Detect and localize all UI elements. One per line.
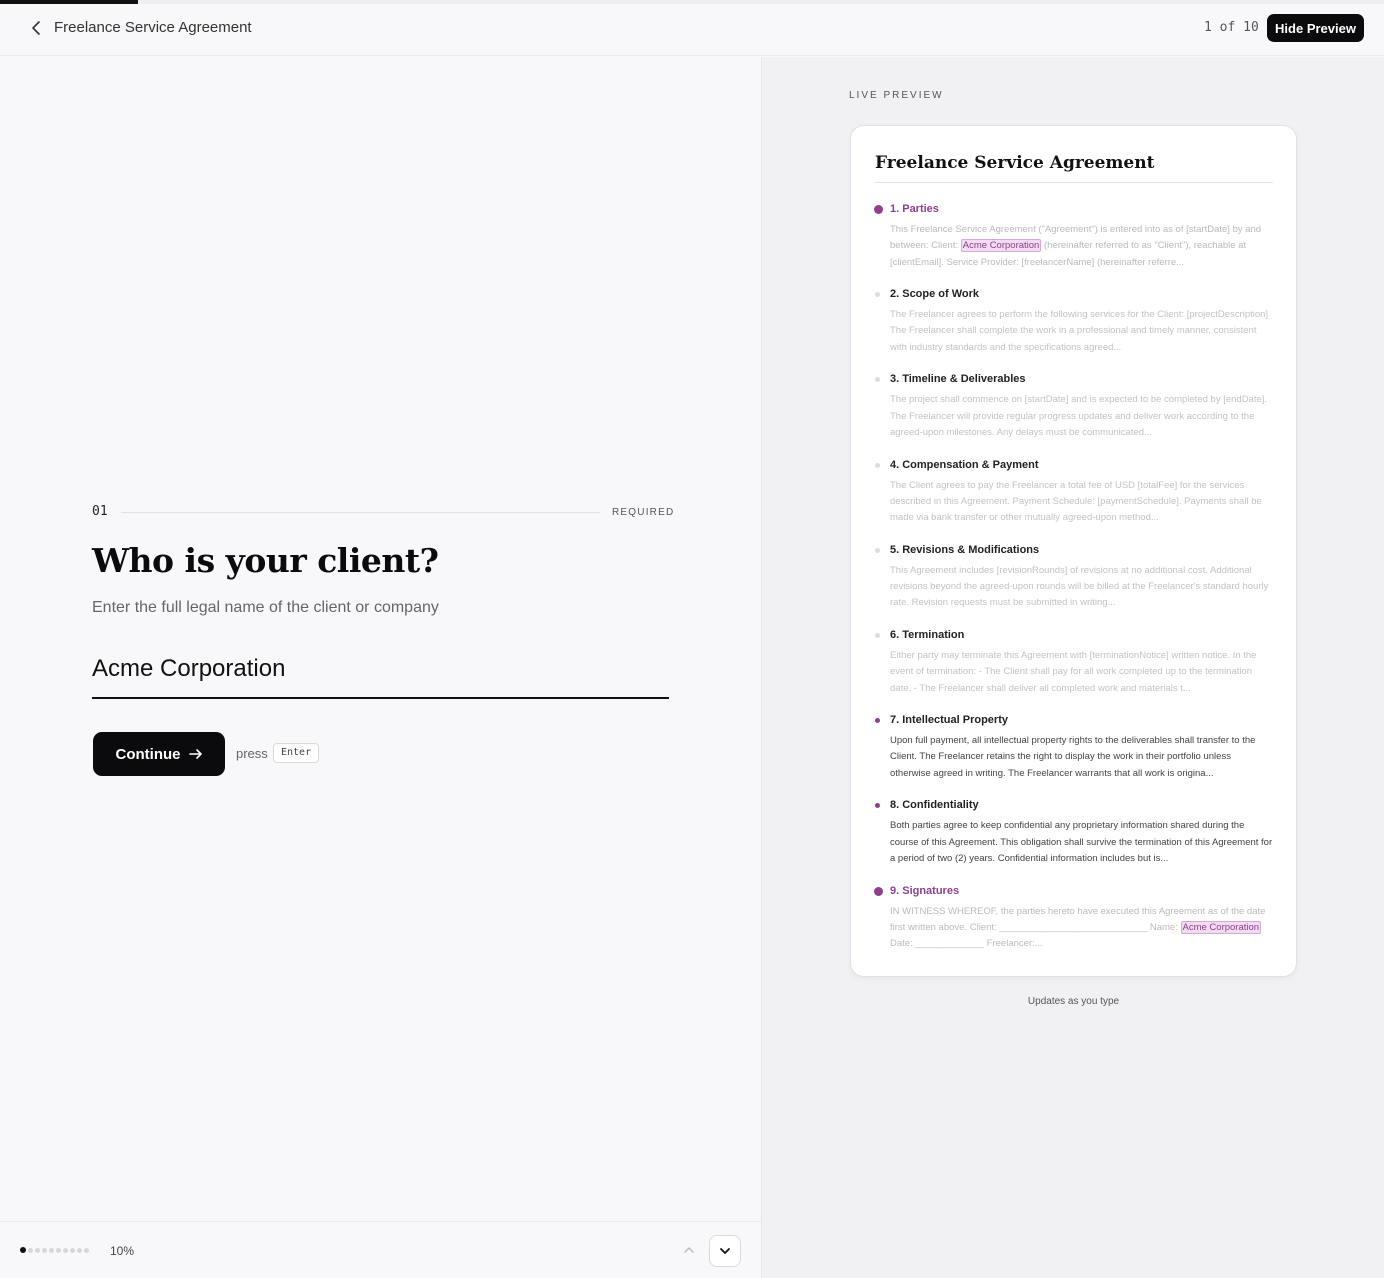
- question-help: Enter the full legal name of the client …: [92, 599, 439, 616]
- preview-section: 7. Intellectual Property Upon full paymen…: [875, 714, 1275, 799]
- section-status-dot: [875, 632, 880, 638]
- updates-note: Updates as you type: [1027, 996, 1120, 1007]
- press-hint: press: [236, 746, 268, 761]
- divider: [121, 512, 600, 513]
- progress-percent: 10%: [110, 1244, 135, 1258]
- section-status-dot: [875, 547, 880, 553]
- preview-section: 6. Termination Either party may terminate…: [875, 629, 1275, 714]
- step-dot: [63, 1247, 68, 1253]
- section-status-dot: [875, 292, 880, 298]
- chevron-down-icon: [720, 1248, 730, 1254]
- progress-footer: 10%: [0, 1221, 761, 1278]
- section-title: 6. Termination: [890, 628, 965, 641]
- preview-section: 5. Revisions & Modifications This Agreeme…: [875, 544, 1275, 629]
- section-title: 3. Timeline & Deliverables: [890, 373, 1026, 386]
- client-name-input[interactable]: [92, 649, 669, 699]
- chevron-up-icon[interactable]: [677, 1238, 701, 1262]
- preview-section: 3. Timeline & Deliverables The project sh…: [875, 373, 1275, 458]
- chevron-left-icon[interactable]: [30, 18, 44, 38]
- preview-section: 1. Parties This Freelance Service Agreeme…: [874, 203, 1275, 288]
- step-dots: [20, 1247, 89, 1253]
- preview-section: 9. Signatures IN WITNESS WHEREOF, the par…: [874, 884, 1275, 970]
- step-dot: [84, 1247, 89, 1253]
- divider: [875, 182, 1273, 183]
- section-title: 8. Confidentiality: [890, 799, 979, 812]
- step-dot: [77, 1247, 82, 1253]
- section-text: This Agreement includes [revisionRounds]…: [890, 564, 1269, 609]
- section-text: The project shall commence on [startDate…: [890, 394, 1268, 438]
- header: Freelance Service Agreement 1 of 10 Hide…: [0, 4, 1384, 56]
- page-title: Freelance Service Agreement: [54, 19, 252, 36]
- section-status-dot: [874, 886, 883, 896]
- preview-section: 2. Scope of Work The Freelancer agrees to…: [875, 288, 1275, 373]
- continue-label: Continue: [115, 745, 181, 763]
- question-number: 01: [92, 504, 108, 519]
- hide-preview-button[interactable]: Hide Preview: [1267, 14, 1364, 42]
- next-step-button[interactable]: [709, 1235, 741, 1267]
- section-title: 4. Compensation & Payment: [890, 458, 1039, 471]
- section-body: This Freelance Service Agreement ("Agree…: [890, 222, 1273, 271]
- section-text: The Client agrees to pay the Freelancer …: [890, 479, 1262, 524]
- section-text: Date: _____________ Freelancer:...: [890, 938, 1043, 950]
- preview-pane: LIVE PREVIEW Freelance Service Agreement…: [761, 57, 1384, 1278]
- step-counter: 1 of 10: [1204, 20, 1259, 35]
- section-body: The Freelancer agrees to perform the fol…: [890, 307, 1273, 356]
- section-text: The Freelancer agrees to perform the fol…: [890, 309, 1269, 353]
- section-body: This Agreement includes [revisionRounds]…: [890, 563, 1273, 612]
- section-body: The project shall commence on [startDate…: [890, 392, 1273, 441]
- section-status-dot: [875, 718, 880, 724]
- step-dot: [35, 1247, 40, 1253]
- live-preview-label: LIVE PREVIEW: [849, 90, 944, 101]
- section-title: 1. Parties: [890, 203, 939, 215]
- preview-section: 8. Confidentiality Both parties agree to …: [875, 799, 1275, 884]
- step-dot: [70, 1247, 75, 1253]
- section-text: Either party may terminate this Agreemen…: [890, 649, 1257, 694]
- step-dot: [28, 1247, 33, 1253]
- section-text: Upon full payment, all intellectual prop…: [890, 735, 1256, 779]
- client-name-highlight: Acme Corporation: [1180, 920, 1262, 934]
- section-title: 7. Intellectual Property: [890, 714, 1008, 727]
- section-body: The Client agrees to pay the Freelancer …: [890, 478, 1273, 527]
- section-status-dot: [874, 205, 883, 214]
- question-pane: 01 REQUIRED Who is your client? Enter th…: [0, 57, 761, 1278]
- step-dot: [20, 1247, 26, 1253]
- client-name-highlight: Acme Corporation: [960, 239, 1042, 253]
- section-title: 9. Signatures: [890, 884, 960, 897]
- section-body: Both parties agree to keep confidential …: [890, 818, 1273, 867]
- preview-section: 4. Compensation & Payment The Client agre…: [875, 459, 1275, 544]
- section-body: IN WITNESS WHEREOF, the parties hereto h…: [890, 904, 1273, 953]
- preview-doc-title: Freelance Service Agreement: [875, 153, 1155, 173]
- enter-key-hint: Enter: [273, 743, 320, 763]
- question-title: Who is your client?: [92, 541, 439, 580]
- preview-sections: 1. Parties This Freelance Service Agreeme…: [874, 203, 1275, 970]
- section-status-dot: [875, 462, 880, 468]
- section-title: 5. Revisions & Modifications: [890, 543, 1040, 556]
- section-text: Both parties agree to keep confidential …: [890, 820, 1273, 864]
- section-body: Upon full payment, all intellectual prop…: [890, 733, 1273, 782]
- preview-document[interactable]: Freelance Service Agreement 1. Parties Th…: [850, 125, 1297, 977]
- section-title: 2. Scope of Work: [890, 288, 980, 301]
- step-dot: [42, 1247, 47, 1253]
- required-label: REQUIRED: [612, 507, 675, 518]
- arrow-right-icon: [188, 749, 202, 759]
- continue-button[interactable]: Continue: [93, 732, 225, 776]
- section-body: Either party may terminate this Agreemen…: [890, 648, 1273, 697]
- step-dot: [49, 1247, 54, 1253]
- section-status-dot: [875, 803, 880, 809]
- section-status-dot: [875, 377, 880, 383]
- step-dot: [56, 1247, 61, 1253]
